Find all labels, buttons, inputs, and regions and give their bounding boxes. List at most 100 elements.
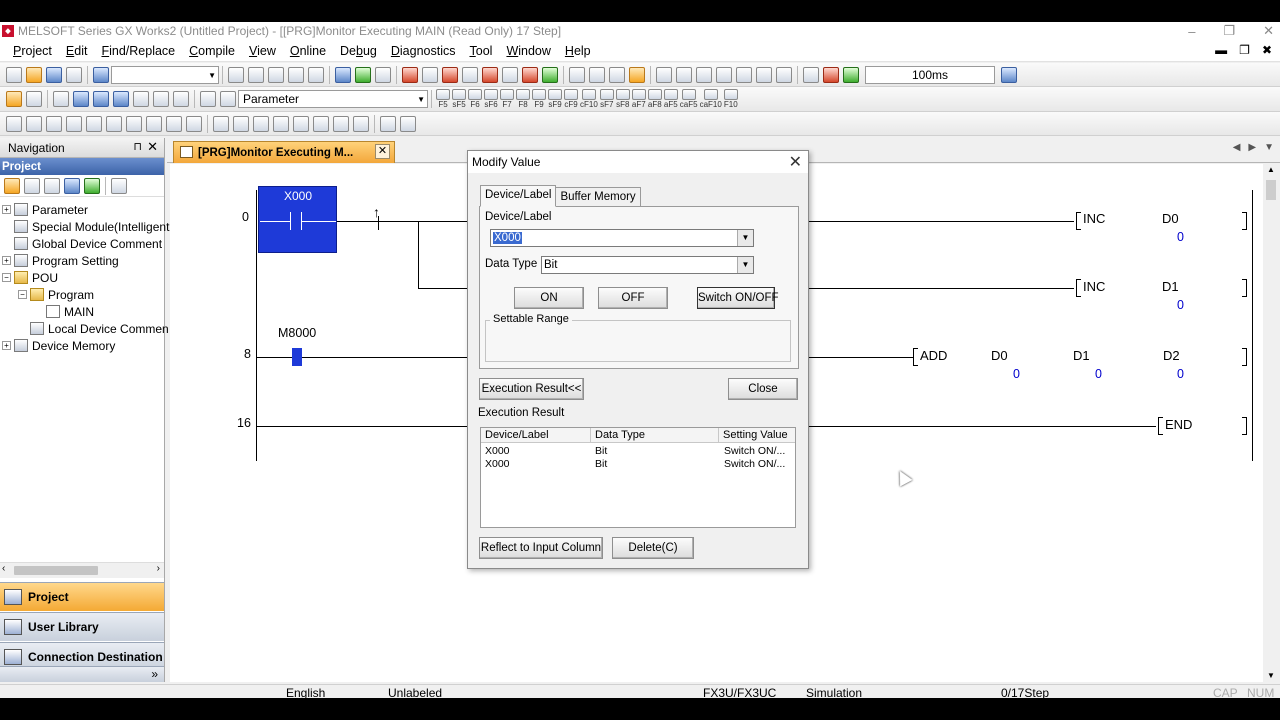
dropdown-arrow-icon[interactable]: ▼ [737, 257, 753, 273]
batch-icon[interactable] [502, 66, 518, 83]
scan-time-display[interactable]: 100ms [865, 65, 995, 84]
coil-icon[interactable] [86, 115, 102, 132]
minimize-icon[interactable]: – [1188, 24, 1195, 39]
device-icon[interactable] [462, 66, 478, 83]
column-device-label[interactable]: Device/Label [481, 428, 591, 443]
window-icon[interactable] [53, 91, 69, 107]
menu-help[interactable]: Help [558, 44, 598, 58]
mdi-close-icon[interactable]: ✖ [1262, 43, 1272, 57]
line-erase-icon[interactable] [353, 115, 369, 132]
ladder-tool-f5-button[interactable]: F5 [436, 89, 450, 109]
new-file-icon[interactable] [6, 66, 22, 83]
view-2-icon[interactable] [153, 91, 169, 107]
invert-icon[interactable] [293, 115, 309, 132]
nav-settings-icon[interactable] [111, 177, 127, 194]
vscroll-thumb[interactable] [1266, 180, 1276, 200]
ladder-tool-af8-button[interactable]: aF8 [647, 89, 662, 109]
ladder-tool-sf6-button[interactable]: sF6 [484, 89, 498, 109]
monitor-icon[interactable] [422, 66, 438, 83]
contact-nc-icon[interactable] [26, 115, 42, 132]
editor-vscroll[interactable]: ▲ ▼ [1263, 164, 1280, 682]
menu-debug[interactable]: Debug [333, 44, 384, 58]
parallel-nc-icon[interactable] [66, 115, 82, 132]
dev-icon[interactable] [542, 66, 558, 83]
contact-no-icon[interactable] [6, 115, 22, 132]
ladder-tool-caf5-button[interactable]: caF5 [680, 89, 698, 109]
diag-2-icon[interactable] [676, 66, 692, 83]
menu-compile[interactable]: Compile [182, 44, 242, 58]
reflect-to-input-column-button[interactable]: Reflect to Input Column [479, 537, 603, 559]
online-change-icon[interactable] [522, 66, 538, 83]
tab-next-icon[interactable]: ▶ [1248, 142, 1256, 153]
hline-icon[interactable] [126, 115, 142, 132]
diag-5-icon[interactable] [736, 66, 752, 83]
refresh-icon[interactable] [84, 177, 100, 194]
tree-item-program-setting[interactable]: + Program Setting [0, 252, 164, 269]
cut-icon[interactable] [228, 66, 244, 83]
close-icon[interactable]: ✕ [1263, 23, 1274, 39]
diag-1-icon[interactable] [656, 66, 672, 83]
menu-online[interactable]: Online [283, 44, 333, 58]
mdi-minimize-icon[interactable]: ▬ [1215, 43, 1227, 57]
ladder-tool-sf9-button[interactable]: sF9 [548, 89, 562, 109]
disabled-tool-3-icon[interactable] [609, 66, 625, 83]
expand-icon[interactable]: + [2, 205, 11, 214]
new-data-icon[interactable] [4, 177, 20, 194]
data-type-combo[interactable]: Bit ▼ [541, 256, 754, 274]
diag-4-icon[interactable] [716, 66, 732, 83]
ladder-tool-f9-button[interactable]: F9 [532, 89, 546, 109]
ladder-tool-sf8-button[interactable]: sF8 [615, 89, 630, 109]
tab-prev-icon[interactable]: ◀ [1233, 142, 1241, 153]
menu-window[interactable]: Window [499, 44, 557, 58]
ladder-tool-f8-button[interactable]: F8 [516, 89, 530, 109]
delete-vline-icon[interactable] [186, 115, 202, 132]
tab-main-monitor[interactable]: [PRG]Monitor Executing M... ✕ [173, 141, 395, 163]
transfer-icon[interactable] [402, 66, 418, 83]
tree-item-local-device-commen[interactable]: Local Device Commen [0, 320, 169, 337]
ladder-tool-af7-button[interactable]: aF7 [631, 89, 646, 109]
disabled-tool-1-icon[interactable] [569, 66, 585, 83]
help-icon[interactable] [93, 66, 109, 83]
delete-hline-icon[interactable] [166, 115, 182, 132]
redo-icon[interactable] [308, 66, 324, 83]
expand-icon[interactable]: + [2, 341, 11, 350]
falling-parallel-icon[interactable] [273, 115, 289, 132]
speed-apply-icon[interactable] [1001, 66, 1017, 83]
search-icon[interactable] [173, 91, 189, 107]
copy-data-icon[interactable] [24, 177, 40, 194]
tree-item-pou[interactable]: − POU [0, 269, 164, 286]
execution-result-toggle-button[interactable]: Execution Result<< [479, 378, 584, 400]
collapse-icon[interactable]: − [2, 273, 11, 282]
navigation-hscroll[interactable]: ‹ › [0, 562, 164, 578]
off-button[interactable]: OFF [598, 287, 668, 309]
undo-icon[interactable] [288, 66, 304, 83]
tab-device-label[interactable]: Device/Label [480, 185, 557, 207]
scroll-up-icon[interactable]: ▲ [1267, 165, 1275, 174]
copy-icon[interactable] [248, 66, 264, 83]
sampling-icon[interactable] [803, 66, 819, 83]
diag-3-icon[interactable] [696, 66, 712, 83]
navigation-close-icon[interactable]: ✕ [147, 139, 158, 155]
dropdown-arrow-icon[interactable]: ▼ [737, 230, 753, 246]
tree-item-main[interactable]: MAIN [0, 303, 164, 320]
parallel-no-icon[interactable] [46, 115, 62, 132]
ladder-tool-f6-button[interactable]: F6 [468, 89, 482, 109]
parameter-combo[interactable]: Parameter ▼ [238, 90, 428, 108]
execution-result-table[interactable]: Device/Label Data Type Setting Value X00… [480, 427, 796, 528]
paste-icon[interactable] [268, 66, 284, 83]
device-label-combo[interactable]: X000 ▼ [490, 229, 754, 247]
delete-button[interactable]: Delete(C) [612, 537, 694, 559]
paste-data-icon[interactable] [44, 177, 60, 194]
instruction-icon[interactable] [106, 115, 122, 132]
diag-6-icon[interactable] [756, 66, 772, 83]
property-icon[interactable] [64, 177, 80, 194]
run-icon[interactable] [823, 66, 839, 83]
nav-button-project[interactable]: Project [0, 582, 164, 611]
nav-button-user-library[interactable]: User Library [0, 612, 164, 641]
rising-edge-icon[interactable] [213, 115, 229, 132]
column-setting-value[interactable]: Setting Value [719, 428, 795, 443]
tree-item-device-memory[interactable]: + Device Memory [0, 337, 164, 354]
ladder-tool-caf10-button[interactable]: caF10 [700, 89, 722, 109]
simulation-icon[interactable] [629, 66, 645, 83]
scroll-thumb[interactable] [14, 566, 98, 575]
